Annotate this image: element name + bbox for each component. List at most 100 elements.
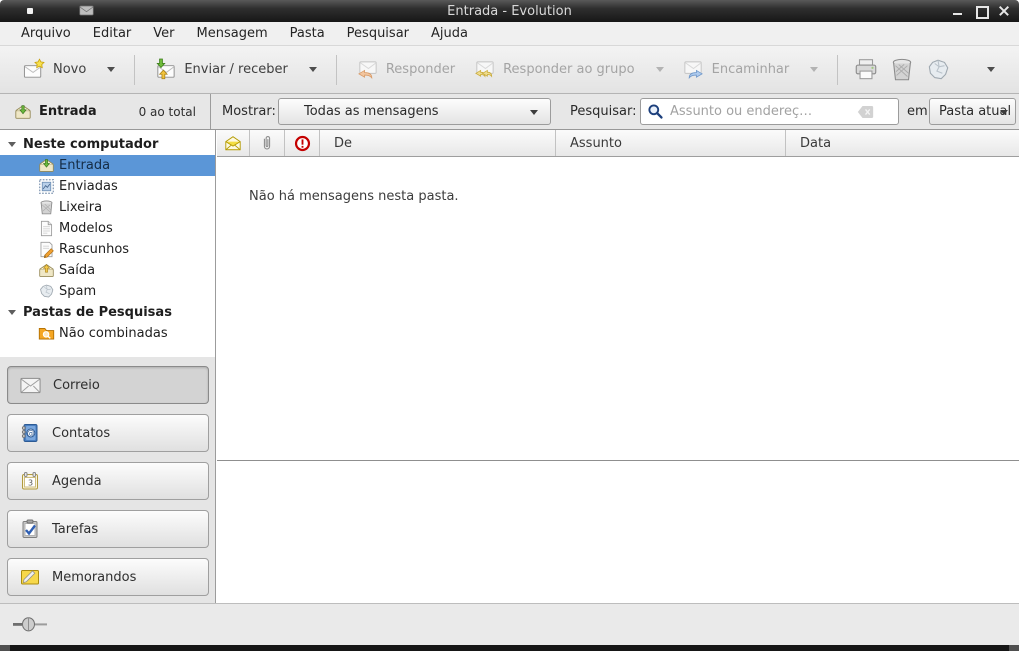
switcher-contacts-button[interactable]: @ Contatos [7,414,209,452]
switcher-calendar-button[interactable]: 3 Agenda [7,462,209,500]
column-assunto[interactable]: Assunto [556,130,786,156]
inbox-icon [38,157,55,174]
delete-icon [889,57,915,83]
column-de[interactable]: De [320,130,556,156]
empty-folder-message: Não há mensagens nesta pasta. [249,189,459,204]
print-button[interactable] [848,52,884,88]
folder-label: Lixeira [59,200,102,215]
menu-arquivo[interactable]: Arquivo [10,23,82,44]
folder-spam[interactable]: Spam [0,281,215,302]
switcher-tasks-button[interactable]: Tarefas [7,510,209,548]
new-button-label: Novo [53,62,86,77]
chevron-down-icon [1000,110,1008,115]
send-receive-button-label: Enviar / receber [184,62,288,77]
maximize-button[interactable] [974,4,988,18]
print-icon [853,57,879,83]
folder-modelos[interactable]: Modelos [0,218,215,239]
toolbar-overflow-button[interactable] [973,52,1009,88]
folder-label: Spam [59,284,96,299]
expander-icon[interactable] [8,142,16,147]
menu-ajuda[interactable]: Ajuda [420,23,479,44]
tree-group-search-folders[interactable]: Pastas de Pesquisas [0,302,215,323]
message-area: De Assunto Data Não há mensagens nesta p… [217,130,1019,603]
column-data[interactable]: Data [786,130,1019,156]
trash-icon [38,199,55,216]
reply-all-button[interactable]: Responder ao grupo [464,52,673,88]
folder-label: Enviadas [59,179,118,194]
junk-icon [925,57,951,83]
scope-label: em [907,104,928,119]
filter-bar: Entrada 0 ao total Mostrar: Todas as men… [0,94,1019,130]
switcher-label: Contatos [52,426,110,441]
new-button[interactable]: Novo [14,52,124,88]
close-button[interactable] [997,4,1011,18]
switcher-mail-button[interactable]: Correio [7,366,209,404]
folder-saida[interactable]: Saída [0,260,215,281]
tree-group-this-computer[interactable]: Neste computador [0,134,215,155]
preview-pane[interactable] [217,462,1019,603]
column-importance[interactable] [285,130,320,156]
menu-pasta[interactable]: Pasta [279,23,336,44]
menu-mensagem[interactable]: Mensagem [186,23,279,44]
forward-button-label: Encaminhar [712,62,790,77]
folder-label: Não combinadas [59,326,168,341]
chevron-down-icon [987,67,995,72]
delete-button[interactable] [884,52,920,88]
outbox-icon [38,262,55,279]
search-scope-dropdown[interactable]: Pasta atual [929,98,1016,125]
attachment-icon [261,134,273,152]
switcher-label: Tarefas [52,522,98,537]
reply-all-icon [473,58,496,81]
folder-enviadas[interactable]: Enviadas [0,176,215,197]
send-receive-button[interactable]: Enviar / receber [145,52,326,88]
send-receive-icon [154,58,177,81]
read-status-icon [224,135,242,151]
folder-label: Saída [59,263,95,278]
chevron-down-icon[interactable] [309,67,317,72]
sidebar: Neste computador Entrada [0,130,216,603]
folder-lixeira[interactable]: Lixeira [0,197,215,218]
spam-icon [38,283,55,300]
menu-editar[interactable]: Editar [82,23,143,44]
search-input[interactable] [670,104,857,119]
forward-button[interactable]: Encaminhar [673,52,828,88]
minimize-button[interactable] [951,4,965,18]
memos-icon [20,567,40,587]
column-attachment[interactable] [250,130,285,156]
message-list[interactable]: Não há mensagens nesta pasta. [217,157,1019,461]
column-read-status[interactable] [217,130,250,156]
svg-text:3: 3 [28,479,33,488]
junk-button[interactable] [920,52,956,88]
folder-rascunhos[interactable]: Rascunhos [0,239,215,260]
templates-icon [38,220,55,237]
chevron-down-icon[interactable] [656,67,664,72]
chevron-down-icon[interactable] [810,67,818,72]
clear-search-icon[interactable] [857,105,874,119]
switcher-memos-button[interactable]: Memorandos [7,558,209,596]
expander-icon[interactable] [8,310,16,315]
menu-ver[interactable]: Ver [142,23,185,44]
current-folder-header: Entrada 0 ao total [0,94,211,129]
tasks-icon [20,519,40,539]
sent-icon [38,178,55,195]
folder-nao-combinadas[interactable]: Não combinadas [0,323,215,344]
tree-group-label: Pastas de Pesquisas [23,305,172,320]
current-folder-name: Entrada [39,104,97,119]
reply-icon [356,58,379,81]
reply-button[interactable]: Responder [347,52,464,88]
chevron-down-icon[interactable] [107,67,115,72]
folder-entrada[interactable]: Entrada [0,155,215,176]
importance-icon [294,135,311,152]
view-switcher: Correio @ Contatos [0,357,215,603]
tree-group-label: Neste computador [23,137,158,152]
switcher-label: Agenda [52,474,102,489]
message-filter-dropdown[interactable]: Todas as mensagens [278,98,551,125]
mail-icon [20,377,41,394]
reply-button-label: Responder [386,62,455,77]
menu-pesquisar[interactable]: Pesquisar [336,23,420,44]
titlebar: Entrada - Evolution [0,0,1019,22]
new-mail-icon [23,58,46,81]
toolbar-separator [134,55,135,85]
online-status-icon[interactable] [13,616,49,633]
switcher-label: Memorandos [52,570,136,585]
